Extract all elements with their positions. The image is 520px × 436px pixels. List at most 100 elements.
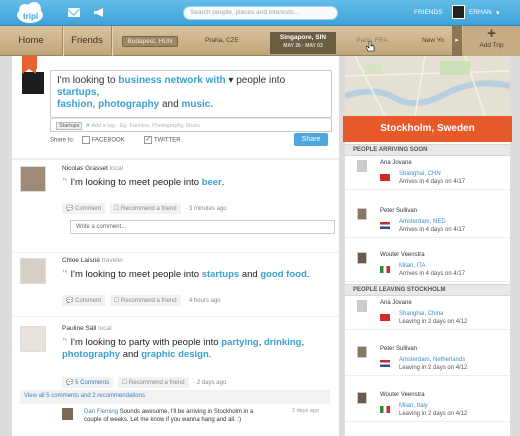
city-map[interactable] — [345, 56, 510, 116]
person-city[interactable]: Shanghai, CHN — [399, 171, 441, 177]
trip-newyork[interactable]: New Yo — [422, 37, 452, 45]
trip-singapore[interactable]: Singapore, SIN MAY 26 · MAY 03 — [270, 32, 336, 54]
user-menu-link[interactable]: ERHAN — [469, 9, 492, 16]
comment-button[interactable]: 💬 Comment — [62, 203, 106, 214]
post-author[interactable]: Pauline Säll — [62, 325, 96, 332]
person-name[interactable]: Peter Sullivan — [380, 346, 417, 352]
compose-mid: people into — [236, 75, 286, 86]
person-item[interactable]: Ana Jovane Shanghai, CHN Arrives in 4 da… — [345, 156, 510, 190]
compose-input[interactable]: I'm looking to business network with ▾ p… — [50, 70, 332, 118]
person-arrival: Arrives in 4 days on 4/17 — [399, 179, 466, 185]
person-name[interactable]: Wouter Veenstra — [380, 252, 425, 258]
person-name[interactable]: Wouter Veenstra — [380, 392, 425, 398]
nav-friends[interactable]: Friends — [63, 26, 111, 56]
recommend-button[interactable]: ☐ Recommend a friend — [109, 295, 181, 306]
post-time: 3 minutes ago — [188, 206, 227, 212]
comment-input[interactable]: Write a comment... — [70, 220, 335, 234]
recommend-button[interactable]: ☐ Recommend a friend — [109, 203, 181, 214]
interest-link[interactable]: good food — [260, 269, 306, 280]
person-name[interactable]: Ana Jovane — [380, 300, 412, 306]
person-city[interactable]: Amsterdam, Netherlands — [399, 357, 465, 363]
section-heading-leaving: PEOPLE LEAVING STOCKHOLM — [345, 284, 510, 296]
interest-link[interactable]: drinking — [264, 337, 301, 348]
post-text-part: I'm looking to meet people into — [70, 269, 200, 280]
trip-city: Singapore, SIN — [279, 34, 327, 41]
trip-praha[interactable]: Praha, CZE — [192, 37, 252, 45]
bookmark-ribbon-icon — [22, 56, 37, 74]
person-departure: Leaving in 2 days on 4/12 — [399, 319, 468, 325]
comment-button[interactable]: 💬 Comment — [62, 295, 106, 306]
person-name[interactable]: Ana Jovane — [380, 160, 412, 166]
comment-author[interactable]: Dan Fleming — [84, 409, 118, 415]
interest-link[interactable]: partying — [221, 337, 258, 348]
person-name[interactable]: Peter Sullivan — [380, 208, 417, 214]
avatar[interactable] — [357, 208, 367, 220]
flag-netherlands-icon — [380, 222, 390, 229]
top-bar: tripl Search people, places and interest… — [0, 0, 520, 26]
person-item[interactable]: Wouter Veenstra Milan, Italy Leaving in … — [345, 388, 510, 422]
avatar[interactable] — [357, 300, 367, 312]
comment-label: Comment — [75, 206, 102, 212]
section-heading-arriving: PEOPLE ARRIVING SOON — [345, 144, 510, 156]
interest-link[interactable]: startups — [202, 269, 239, 280]
compose-interests[interactable]: music. — [181, 99, 213, 110]
comment-button[interactable]: 💬 5 Comments — [62, 377, 114, 388]
person-item[interactable]: Peter Sullivan Amsterdam, NED Arrives in… — [345, 204, 510, 238]
post-text-part: . — [306, 269, 310, 280]
search-input[interactable]: Search people, places and interests... — [183, 6, 338, 20]
post-author[interactable]: Nicolas Grasset — [62, 165, 108, 172]
mail-icon[interactable] — [68, 8, 80, 17]
avatar[interactable] — [62, 408, 73, 420]
avatar[interactable] — [20, 326, 46, 352]
megaphone-icon[interactable] — [93, 7, 105, 18]
city-banner: Stockholm, Sweden — [343, 116, 512, 142]
interest-link[interactable]: graphic design — [141, 349, 209, 360]
avatar[interactable] — [357, 252, 367, 264]
facebook-checkbox[interactable] — [82, 136, 91, 144]
post-author[interactable]: Chloe Laisné — [62, 257, 100, 264]
nav-home[interactable]: Home — [0, 26, 62, 56]
hand-cursor-icon — [366, 41, 375, 52]
trip-city: New Yo — [422, 37, 445, 44]
main-feed: I'm looking to business network with ▾ p… — [12, 56, 339, 436]
trip-city: Praha, CZE — [205, 37, 239, 44]
chevron-right-icon[interactable]: ▸ — [452, 26, 462, 56]
person-city[interactable]: Milan, Italy — [399, 403, 428, 409]
post-text: “I'm looking to party with people into p… — [62, 336, 305, 360]
share-button[interactable]: Share — [294, 133, 328, 146]
avatar[interactable] — [20, 258, 46, 284]
avatar[interactable] — [357, 346, 367, 358]
comment-label: 5 Comments — [75, 380, 110, 386]
user-avatar[interactable] — [452, 5, 465, 19]
friends-link[interactable]: FRIENDS — [414, 9, 443, 16]
compose-verb-select[interactable]: business network with — [118, 75, 225, 86]
person-city[interactable]: Amsterdam, NED — [399, 219, 446, 225]
facebook-label: FACEBOOK — [91, 137, 125, 144]
person-item[interactable]: Ana Jovane Shanghai, China Leaving in 2 … — [345, 296, 510, 330]
trip-budapest[interactable]: Budapest, HUN — [122, 36, 178, 47]
interest-link[interactable]: photography — [62, 349, 120, 360]
tripl-logo[interactable]: tripl — [15, 2, 45, 24]
twitter-checkbox[interactable]: ✓ — [144, 136, 153, 144]
view-all-comments-link[interactable]: View all 5 comments and 2 recommendation… — [20, 390, 330, 404]
tag-input[interactable]: Startups ✕ Add a tag - Eg. Fashion, Photo… — [50, 118, 332, 132]
person-city[interactable]: Shanghai, China — [399, 311, 443, 317]
tag-chip[interactable]: Startups — [56, 122, 83, 130]
flag-italy-icon — [380, 266, 390, 273]
compose-interests[interactable]: startups, — [57, 87, 99, 98]
avatar[interactable] — [357, 160, 367, 172]
add-trip-button[interactable]: + Add Trip — [463, 26, 520, 56]
compose-interests[interactable]: fashion, photography — [57, 99, 159, 110]
person-city[interactable]: Milan, ITA — [399, 263, 426, 269]
recommend-button[interactable]: ☐ Recommend a friend — [117, 377, 189, 388]
feed-post: Chloe Laisné traveler “I'm looking to me… — [20, 252, 330, 314]
person-item[interactable]: Peter Sullivan Amsterdam, Netherlands Le… — [345, 342, 510, 376]
avatar[interactable] — [357, 392, 367, 404]
interest-link[interactable]: beer — [202, 177, 222, 188]
close-icon[interactable]: ✕ — [85, 123, 90, 129]
chevron-down-icon[interactable]: ▾ — [226, 75, 237, 86]
chevron-down-icon[interactable]: ▾ — [496, 9, 500, 17]
person-arrival: Arrives in 4 days on 4/17 — [399, 227, 466, 233]
person-item[interactable]: Wouter Veenstra Milan, ITA Arrives in 4 … — [345, 248, 510, 282]
avatar[interactable] — [20, 166, 46, 192]
